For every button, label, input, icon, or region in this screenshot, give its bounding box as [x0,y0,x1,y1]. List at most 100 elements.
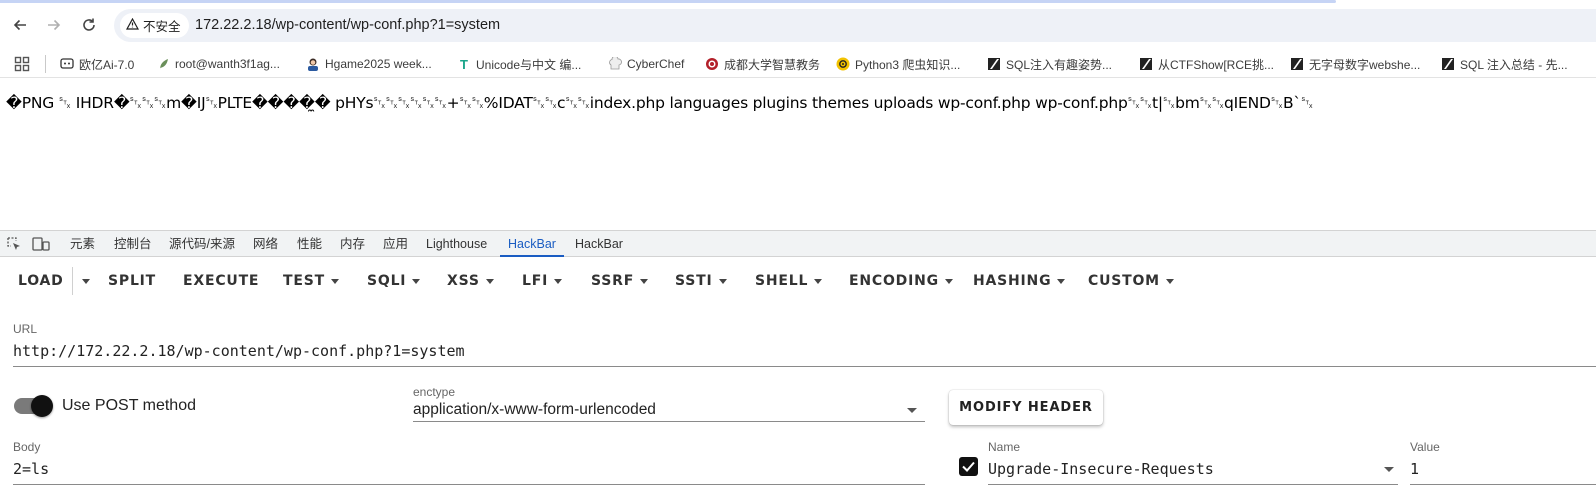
bookmark-label: 欧亿Ai-7.0 [79,57,135,72]
slash-icon [1290,57,1304,71]
reload-icon[interactable] [77,13,101,37]
ssti-menu-button[interactable]: SSTI [675,268,727,294]
biohazard-icon [836,57,850,71]
page-load-progress [0,0,1336,3]
slash-icon [1139,57,1153,71]
bookmark-item[interactable]: CyberChef [608,54,684,74]
bookmark-item[interactable]: 从CTFShow[RCE挑... [1139,54,1274,74]
lfi-menu-button[interactable]: LFI [522,268,563,294]
browser-toolbar: 不安全 172.22.2.18/wp-content/wp-conf.php?1… [0,0,1596,50]
bookmark-item[interactable]: SQL 注入总结 - 先... [1441,54,1568,74]
header-enabled-checkbox[interactable] [959,457,978,476]
body-field[interactable]: 2=ls [13,460,49,478]
enctype-underline [413,421,925,422]
url-field-underline [13,366,1596,367]
bookmark-label: Hgame2025 week... [325,57,432,71]
bookmark-label: SQL注入有趣姿势... [1006,57,1113,72]
dropdown-arrow-icon[interactable] [1384,467,1394,472]
load-dropdown-button[interactable] [76,268,90,294]
bookmark-item[interactable]: Hgame2025 week... [306,54,432,74]
body-field-label: Body [13,440,41,454]
execute-button[interactable]: EXECUTE [183,268,259,294]
bookmarks-bar: 欧亿Ai-7.0 root@wanth3f1ag... Hgame2025 we… [0,50,1596,78]
tab-application[interactable]: 应用 [375,231,416,257]
hashing-menu-button[interactable]: HASHING [973,268,1066,294]
modify-header-button[interactable]: MODIFY HEADER [949,390,1103,425]
tab-hackbar-active[interactable]: HackBar [500,231,564,257]
xss-menu-button[interactable]: XSS [447,268,494,294]
tab-hackbar-2[interactable]: HackBar [567,231,631,257]
tab-memory[interactable]: 内存 [332,231,373,257]
address-bar[interactable]: 不安全 172.22.2.18/wp-content/wp-conf.php?1… [114,9,1596,42]
header-value-underline [1410,484,1596,485]
bookmark-item[interactable]: 无字母数字webshe... [1290,54,1420,74]
url-field[interactable]: http://172.22.2.18/wp-content/wp-conf.ph… [13,342,465,360]
tab-performance[interactable]: 性能 [289,231,330,257]
ssrf-menu-button[interactable]: SSRF [591,268,649,294]
warning-triangle-icon [125,17,140,33]
xss-label: XSS [447,273,480,289]
shell-menu-button[interactable]: SHELL [755,268,823,294]
caret-down-icon [485,278,494,284]
page-raw-output: �PNG ␂ IHDR�␂␂␂m�IJ␂PLTE����̼� pHYs␂␂␂␂␂… [6,94,1314,112]
back-arrow-icon[interactable] [8,13,32,37]
ssti-label: SSTI [675,273,713,289]
bookmark-item[interactable]: T Unicode与中文 编... [457,54,581,74]
hashing-label: HASHING [973,273,1052,289]
caret-down-icon [814,278,823,284]
caret-down-icon [1165,278,1174,284]
tab-network[interactable]: 网络 [245,231,286,257]
caret-down-icon [944,278,953,284]
tab-console[interactable]: 控制台 [106,231,160,257]
custom-menu-button[interactable]: CUSTOM [1088,268,1174,294]
bookmark-label: 从CTFShow[RCE挑... [1158,57,1275,72]
tab-elements[interactable]: 元素 [62,231,103,257]
caret-down-icon [82,278,90,284]
t-logo-icon: T [460,56,468,72]
ssrf-label: SSRF [591,273,635,289]
caret-down-icon [554,278,563,284]
test-label: TEST [283,273,325,289]
use-post-toggle-knob[interactable] [31,395,53,417]
bookmark-label: Unicode与中文 编... [476,57,582,72]
bookmarks-divider [45,55,46,73]
bookmark-item[interactable]: 成都大学智慧教务 [705,54,820,74]
sqli-menu-button[interactable]: SQLI [367,268,421,294]
caret-down-icon [412,278,421,284]
header-value-field[interactable]: 1 [1410,460,1419,478]
caret-down-icon [718,278,727,284]
test-menu-button[interactable]: TEST [283,268,339,294]
security-indicator[interactable]: 不安全 [120,13,189,38]
enctype-label: enctype [413,385,456,399]
forward-arrow-icon[interactable] [42,13,66,37]
bookmark-item[interactable]: SQL注入有趣姿势... [987,54,1112,74]
caret-down-icon [1057,278,1066,284]
header-value-label: Value [1410,440,1440,454]
slash-icon [1441,57,1455,71]
security-label: 不安全 [143,20,181,34]
split-button[interactable]: SPLIT [108,268,156,294]
dropdown-arrow-icon[interactable] [907,408,917,413]
load-button[interactable]: LOAD [18,268,64,294]
university-seal-icon [705,57,719,71]
bookmark-label: 成都大学智慧教务 [724,57,821,72]
url-text[interactable]: 172.22.2.18/wp-content/wp-conf.php?1=sys… [195,17,500,33]
encoding-menu-button[interactable]: ENCODING [849,268,953,294]
tab-lighthouse[interactable]: Lighthouse [418,231,495,257]
checkmark-icon [962,461,975,472]
tab-sources[interactable]: 源代码/来源 [161,231,243,257]
leaf-icon [156,57,170,71]
body-field-underline [13,484,925,485]
header-name-select[interactable]: Upgrade-Insecure-Requests [988,460,1214,478]
bookmark-item[interactable]: 欧亿Ai-7.0 [60,54,134,74]
devtools-tabbar: 元素 控制台 源代码/来源 网络 性能 内存 应用 Lighthouse Hac… [0,230,1596,257]
bookmark-label: root@wanth3f1ag... [175,57,280,71]
bookmark-label: SQL 注入总结 - 先... [1460,57,1568,72]
enctype-select[interactable]: application/x-www-form-urlencoded [413,401,656,419]
device-toolbar-icon[interactable] [32,236,50,252]
bookmark-item[interactable]: Python3 爬虫知识... [836,54,960,74]
apps-grid-icon[interactable] [14,56,30,72]
chef-hat-icon [608,57,622,71]
bookmark-item[interactable]: root@wanth3f1ag... [156,54,280,74]
inspect-element-icon[interactable] [6,236,22,252]
